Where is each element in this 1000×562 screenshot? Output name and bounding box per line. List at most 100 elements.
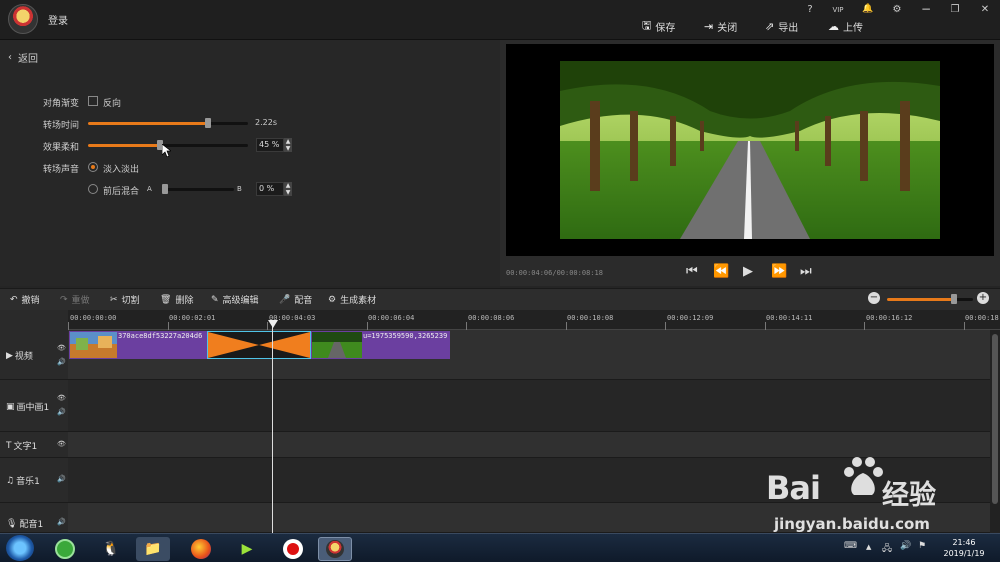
close-project-button[interactable]: ⇥ 关闭 xyxy=(704,18,737,34)
flag-icon[interactable]: ⚑ xyxy=(918,541,926,551)
delete-button[interactable]: 🗑 删除 xyxy=(160,293,193,307)
vip-icon[interactable]: VIP xyxy=(828,6,848,14)
taskbar: 🐧 📁 ▶ ⌨ ▲ 🖧 🔊 ⚑ 21:46 2019/1/19 xyxy=(0,533,1000,562)
dub-button[interactable]: 🎤 配音 xyxy=(279,293,312,307)
ruler-mark xyxy=(964,322,965,330)
softness-value-input[interactable]: 45 % xyxy=(256,138,284,152)
mix-stepper[interactable]: ▲ ▼ xyxy=(284,182,292,196)
timeline-ruler[interactable]: 00:00:00:00 00:00:02:01 00:00:04:03 00:0… xyxy=(68,310,1000,330)
pip-track-name: ▣ 画中画1 xyxy=(6,400,49,414)
zoom-slider-handle[interactable] xyxy=(951,294,957,304)
play-icon[interactable]: ▶ xyxy=(743,264,753,279)
dub-track-name: 🎙 配音1 xyxy=(6,517,43,531)
advanced-edit-button[interactable]: ✎ 高级编辑 xyxy=(211,293,259,307)
mix-slider[interactable] xyxy=(162,188,234,191)
tray-arrow-icon[interactable]: ▲ xyxy=(866,543,871,551)
dub-track-header[interactable]: 🎙 配音1 🔊 xyxy=(0,503,68,533)
keyboard-icon[interactable]: ⌨ xyxy=(844,541,857,551)
record-icon xyxy=(283,539,303,559)
help-icon[interactable]: ? xyxy=(800,4,820,15)
generate-button[interactable]: ⚙ 生成素材 xyxy=(328,293,376,307)
zoom-in-icon[interactable]: + xyxy=(977,292,989,304)
minimize-icon[interactable]: − xyxy=(916,2,936,16)
taskbar-app-editor[interactable] xyxy=(318,537,352,561)
qq-icon: 🐧 xyxy=(102,541,120,557)
cut-button[interactable]: ✂ 切割 xyxy=(110,293,140,307)
transition-clip[interactable] xyxy=(207,331,311,359)
zoom-out-icon[interactable]: − xyxy=(868,292,880,304)
firefox-icon xyxy=(191,539,211,559)
sound-label: 转场声音 xyxy=(43,165,80,175)
ruler-tick: 00:00:08:06 xyxy=(468,314,515,322)
eye-icon[interactable]: 👁 xyxy=(57,344,66,352)
taskbar-app-360[interactable] xyxy=(48,537,82,561)
taskbar-app-recorder[interactable] xyxy=(276,537,310,561)
taskbar-app-firefox[interactable] xyxy=(184,537,218,561)
ruler-tick: 00:00:12:09 xyxy=(667,314,714,322)
redo-icon: ↷ xyxy=(60,294,68,305)
playhead-handle[interactable] xyxy=(268,320,278,328)
ruler-mark xyxy=(466,322,467,330)
browser-360-icon xyxy=(55,539,75,559)
text-track-header[interactable]: T 文字1 👁 xyxy=(0,432,68,458)
upload-button[interactable]: ☁ 上传 xyxy=(828,18,863,34)
restore-icon[interactable]: ❐ xyxy=(945,4,965,15)
fade-radio[interactable] xyxy=(88,162,98,172)
ruler-mark xyxy=(168,322,169,330)
step-back-icon[interactable]: ⏪ xyxy=(713,264,729,279)
music-track-header[interactable]: ♫ 音乐1 🔊 xyxy=(0,458,68,503)
undo-button[interactable]: ↶ 撤销 xyxy=(10,293,40,307)
playhead-line[interactable] xyxy=(272,322,273,533)
mix-radio[interactable] xyxy=(88,184,98,194)
watermark-brand-2: 经验 xyxy=(882,480,936,511)
speaker-icon[interactable]: 🔊 xyxy=(57,518,66,526)
step-forward-icon[interactable]: ⏩ xyxy=(771,264,787,279)
duration-slider[interactable] xyxy=(88,122,248,125)
text-track-label: 文字1 xyxy=(13,442,38,452)
mix-slider-handle[interactable] xyxy=(162,184,168,194)
taskbar-app-explorer[interactable]: 📁 xyxy=(136,537,170,561)
softness-slider-fill xyxy=(88,144,160,147)
baidu-watermark: Bai 经验 jingyan.baidu.com xyxy=(764,455,1000,535)
volume-icon[interactable]: 🔊 xyxy=(900,541,911,551)
skip-start-icon[interactable]: ⏮ xyxy=(686,264,698,279)
zoom-slider[interactable] xyxy=(887,298,973,301)
preview-panel: 00:00:04:06/00:00:08:18 ⏮ ⏪ ▶ ⏩ ⏭ xyxy=(500,40,1000,286)
advanced-edit-label: 高级编辑 xyxy=(222,296,259,306)
network-icon[interactable]: 🖧 xyxy=(882,541,892,557)
video-clip[interactable]: u=1975359590,3265239 xyxy=(311,331,450,359)
editor-app-icon xyxy=(326,540,344,558)
eye-icon[interactable]: 👁 xyxy=(57,440,66,448)
taskbar-app-qq[interactable]: 🐧 xyxy=(94,537,128,561)
video-track-header[interactable]: ▶ 视频 👁 🔊 xyxy=(0,330,68,380)
skip-end-icon[interactable]: ⏭ xyxy=(800,264,812,279)
export-button[interactable]: ⇗ 导出 xyxy=(765,18,798,34)
reverse-checkbox[interactable] xyxy=(88,96,98,106)
speaker-icon[interactable]: 🔊 xyxy=(57,408,66,416)
save-button[interactable]: 🖫 保存 xyxy=(642,18,675,34)
taskbar-app-media[interactable]: ▶ xyxy=(230,537,264,561)
pip-track-header[interactable]: ▣ 画中画1 👁 🔊 xyxy=(0,380,68,432)
trash-icon: 🗑 xyxy=(160,294,172,305)
music-track-name: ♫ 音乐1 xyxy=(6,474,40,488)
reverse-label: 反向 xyxy=(103,99,122,109)
mix-value-input[interactable]: 0 % xyxy=(256,182,284,196)
chevron-left-icon: ‹ xyxy=(8,52,12,63)
speaker-icon[interactable]: 🔊 xyxy=(57,358,66,366)
bell-icon[interactable]: 🔔 xyxy=(858,4,878,14)
system-clock[interactable]: 21:46 2019/1/19 xyxy=(936,537,992,559)
login-link[interactable]: 登录 xyxy=(48,12,68,27)
start-button[interactable] xyxy=(6,535,34,561)
eye-icon[interactable]: 👁 xyxy=(57,394,66,402)
duration-slider-handle[interactable] xyxy=(205,118,211,128)
close-icon[interactable]: ✕ xyxy=(975,4,995,15)
softness-stepper[interactable]: ▲ ▼ xyxy=(284,138,292,152)
gear-icon[interactable]: ⚙ xyxy=(887,4,907,15)
undo-label: 撤销 xyxy=(21,296,40,306)
mouse-cursor-icon xyxy=(162,144,171,157)
video-clip[interactable]: 370ace8df53227a204d6 xyxy=(69,331,207,359)
redo-button[interactable]: ↷ 重做 xyxy=(60,293,90,307)
pip-track[interactable] xyxy=(68,380,990,432)
back-button[interactable]: ‹ 返回 xyxy=(8,50,38,65)
speaker-icon[interactable]: 🔊 xyxy=(57,475,66,483)
